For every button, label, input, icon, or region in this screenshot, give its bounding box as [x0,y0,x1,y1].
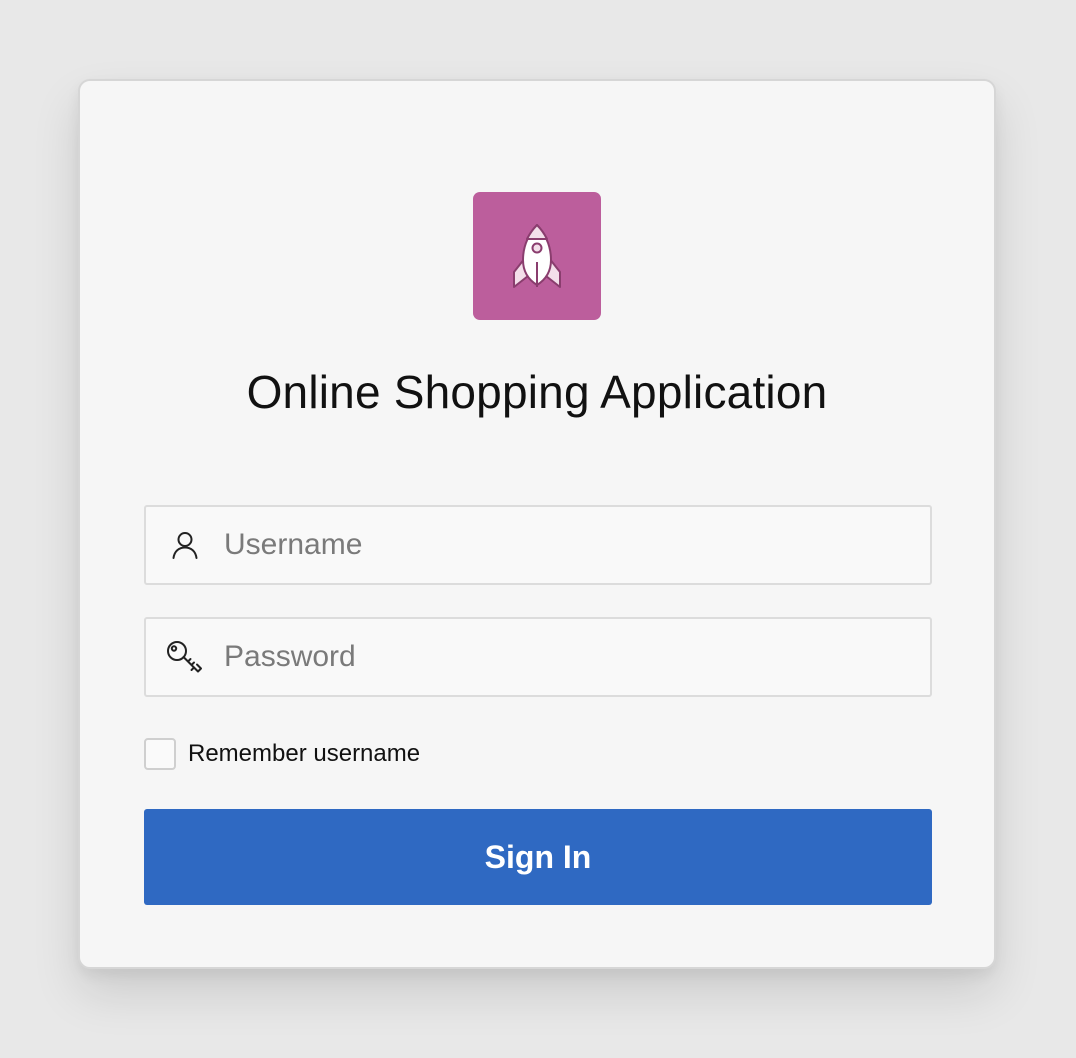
username-field[interactable] [144,505,932,585]
password-input[interactable] [224,619,930,695]
app-logo [473,192,601,320]
remember-username[interactable]: Remember username [144,737,420,771]
login-card: Online Shopping Application Remember use… [78,79,996,969]
user-icon [146,507,224,583]
app-title: Online Shopping Application [246,366,828,418]
key-icon [146,619,224,695]
sign-in-button[interactable]: Sign In [144,809,932,905]
remember-label: Remember username [188,740,421,767]
remember-checkbox[interactable] [144,738,176,770]
rocket-icon [513,224,561,288]
username-input[interactable] [224,507,930,583]
sign-in-label: Sign In [484,838,592,875]
password-field[interactable] [144,617,932,697]
